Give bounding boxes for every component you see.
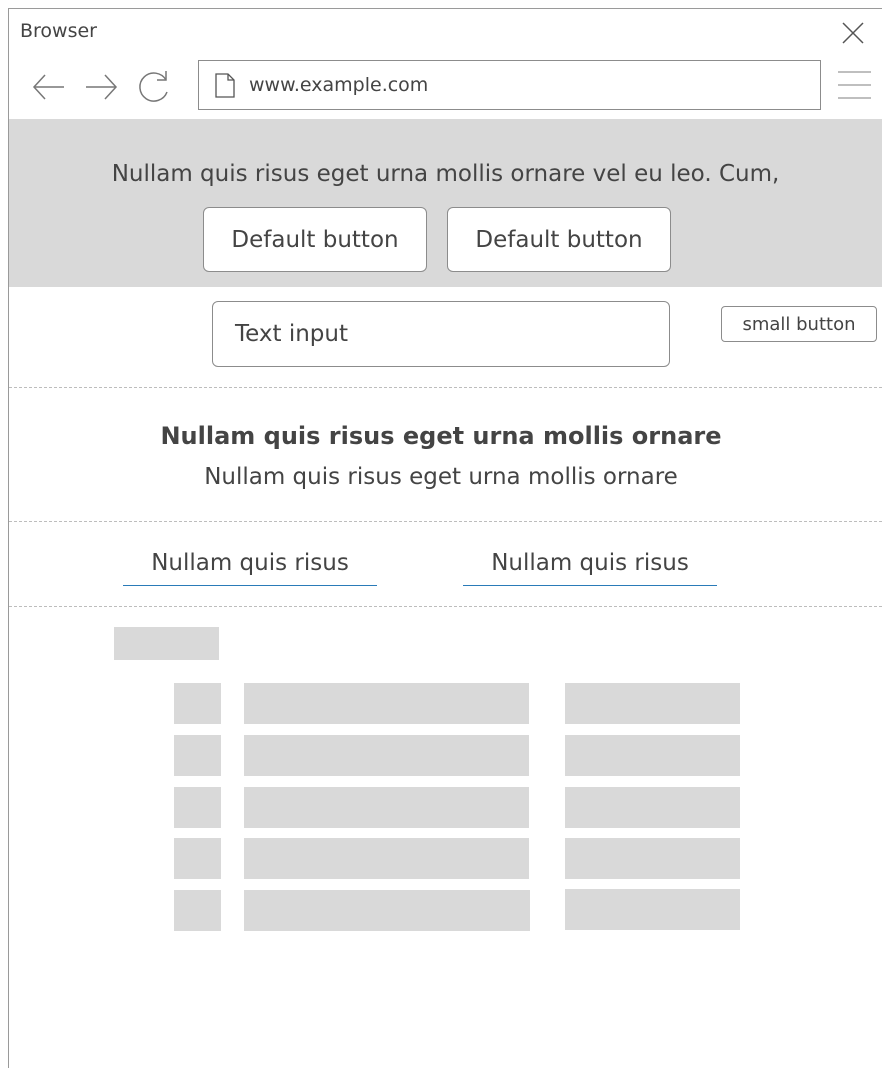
reload-icon[interactable] <box>137 70 171 104</box>
hero-banner: Nullam quis risus eget urna mollis ornar… <box>9 119 882 287</box>
placeholder-cell <box>244 890 530 931</box>
placeholder-cell <box>244 683 529 724</box>
window-title: Browser <box>20 20 97 42</box>
document-icon <box>215 73 235 98</box>
link-2[interactable]: Nullam quis risus <box>463 550 717 586</box>
placeholder-cell <box>174 787 221 828</box>
section-divider <box>9 606 882 607</box>
hero-text: Nullam quis risus eget urna mollis ornar… <box>111 161 780 187</box>
placeholder-cell <box>244 787 529 828</box>
address-bar[interactable]: www.example.com <box>198 60 821 110</box>
placeholder-cell <box>565 735 740 776</box>
content-heading: Nullam quis risus eget urna mollis ornar… <box>160 422 722 450</box>
arrow-left-icon[interactable] <box>32 73 66 101</box>
placeholder-cell <box>174 890 221 931</box>
placeholder-cell <box>565 889 740 930</box>
default-button-1[interactable]: Default button <box>203 207 427 272</box>
placeholder-title-block <box>114 627 219 660</box>
placeholder-cell <box>565 683 740 724</box>
content-subheading: Nullam quis risus eget urna mollis ornar… <box>204 464 678 490</box>
small-button[interactable]: small button <box>721 306 877 342</box>
address-bar-url: www.example.com <box>249 74 429 96</box>
placeholder-cell <box>174 838 221 879</box>
placeholder-cell <box>244 838 529 879</box>
text-input[interactable]: Text input <box>212 301 670 367</box>
placeholder-cell <box>565 838 740 879</box>
placeholder-cell <box>174 735 221 776</box>
link-1[interactable]: Nullam quis risus <box>123 550 377 586</box>
placeholder-cell <box>244 735 529 776</box>
section-divider <box>9 521 882 522</box>
arrow-right-icon[interactable] <box>84 73 118 101</box>
hamburger-menu-icon[interactable] <box>838 70 871 100</box>
placeholder-cell <box>565 787 740 828</box>
close-icon[interactable] <box>842 22 864 44</box>
default-button-2[interactable]: Default button <box>447 207 671 272</box>
section-divider <box>9 387 882 388</box>
placeholder-cell <box>174 683 221 724</box>
